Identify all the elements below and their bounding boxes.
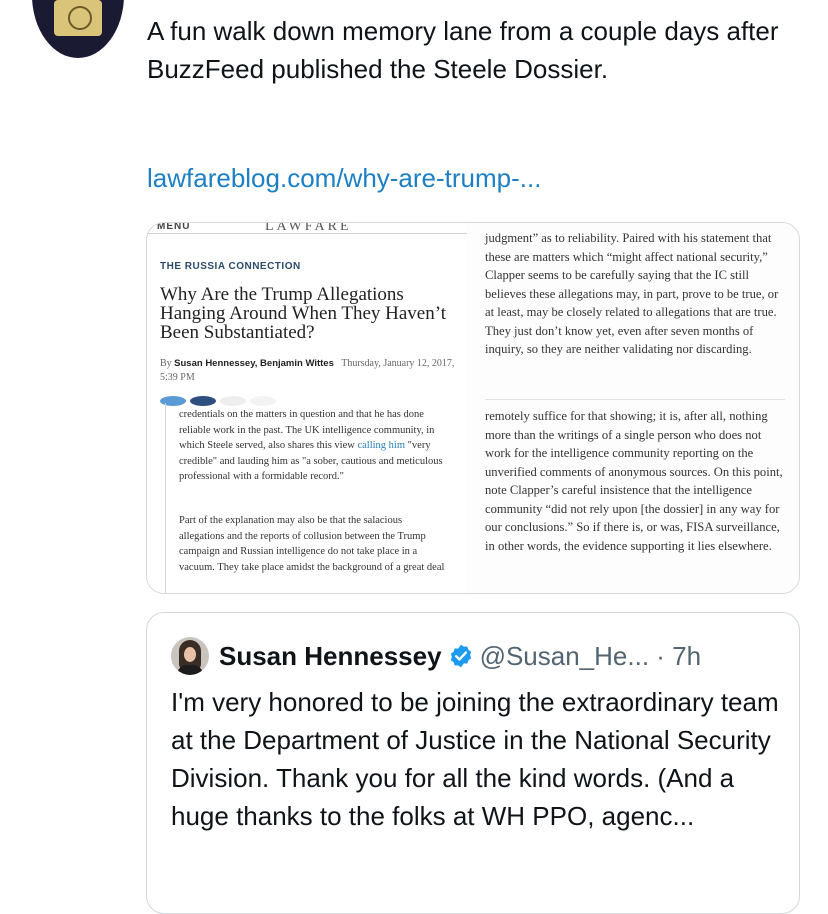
article-right-paragraph-2: remotely suffice for that showing; it is… — [485, 409, 783, 553]
avatar-shirt — [177, 665, 203, 675]
share-icon — [220, 396, 246, 406]
masthead-menu: MENU — [157, 222, 191, 232]
inline-link: calling him — [357, 440, 406, 451]
share-icon — [160, 396, 186, 406]
article-screenshot-card[interactable]: MENU LAWFARE THE RUSSIA CONNECTION Why A… — [146, 222, 800, 594]
verified-badge-icon — [448, 643, 474, 677]
column-divider — [165, 403, 166, 593]
quoted-author-name[interactable]: Susan Hennessey — [219, 641, 442, 671]
article-left-paragraph-2: Part of the explanation may also be that… — [179, 515, 445, 573]
masthead-rule — [147, 233, 467, 234]
article-byline: By Susan Hennessey, Benjamin Wittes Thur… — [160, 357, 460, 385]
author-avatar[interactable] — [32, 0, 124, 58]
quoted-author-avatar[interactable] — [171, 637, 209, 675]
byline-authors: Susan Hennessey, Benjamin Wittes — [174, 358, 334, 369]
share-icon — [190, 396, 216, 406]
avatar-face — [184, 647, 196, 662]
article-left-paragraph-1: credentials on the matters in question a… — [179, 407, 449, 485]
article-left-column: MENU LAWFARE THE RUSSIA CONNECTION Why A… — [147, 223, 467, 593]
article-headline: Why Are the Trump Allegations Hanging Ar… — [160, 284, 447, 343]
article-right-paragraph-1: judgment” as to reliability. Paired with… — [485, 231, 779, 356]
quoted-tweet-time: · 7h — [656, 641, 702, 671]
article-right-column: judgment” as to reliability. Paired with… — [467, 223, 799, 593]
article-link[interactable]: lawfareblog.com/why-are-trump-... — [147, 163, 541, 194]
share-icons-row — [160, 393, 300, 406]
quoted-tweet-text: I'm very honored to be joining the extra… — [171, 687, 779, 831]
share-icon — [250, 396, 276, 406]
avatar-illustration — [54, 0, 102, 36]
article-kicker: THE RUSSIA CONNECTION — [160, 261, 301, 272]
quoted-tweet-card[interactable]: Susan Hennessey @Susan_He... · 7h I'm ver… — [146, 612, 800, 914]
tweet-text: A fun walk down memory lane from a coupl… — [147, 16, 779, 84]
quoted-author-handle[interactable]: @Susan_He... — [480, 641, 649, 671]
quoted-tweet-header: Susan Hennessey @Susan_He... · 7h — [219, 639, 701, 677]
paragraph-divider — [485, 399, 785, 400]
byline-prefix: By — [160, 358, 172, 369]
